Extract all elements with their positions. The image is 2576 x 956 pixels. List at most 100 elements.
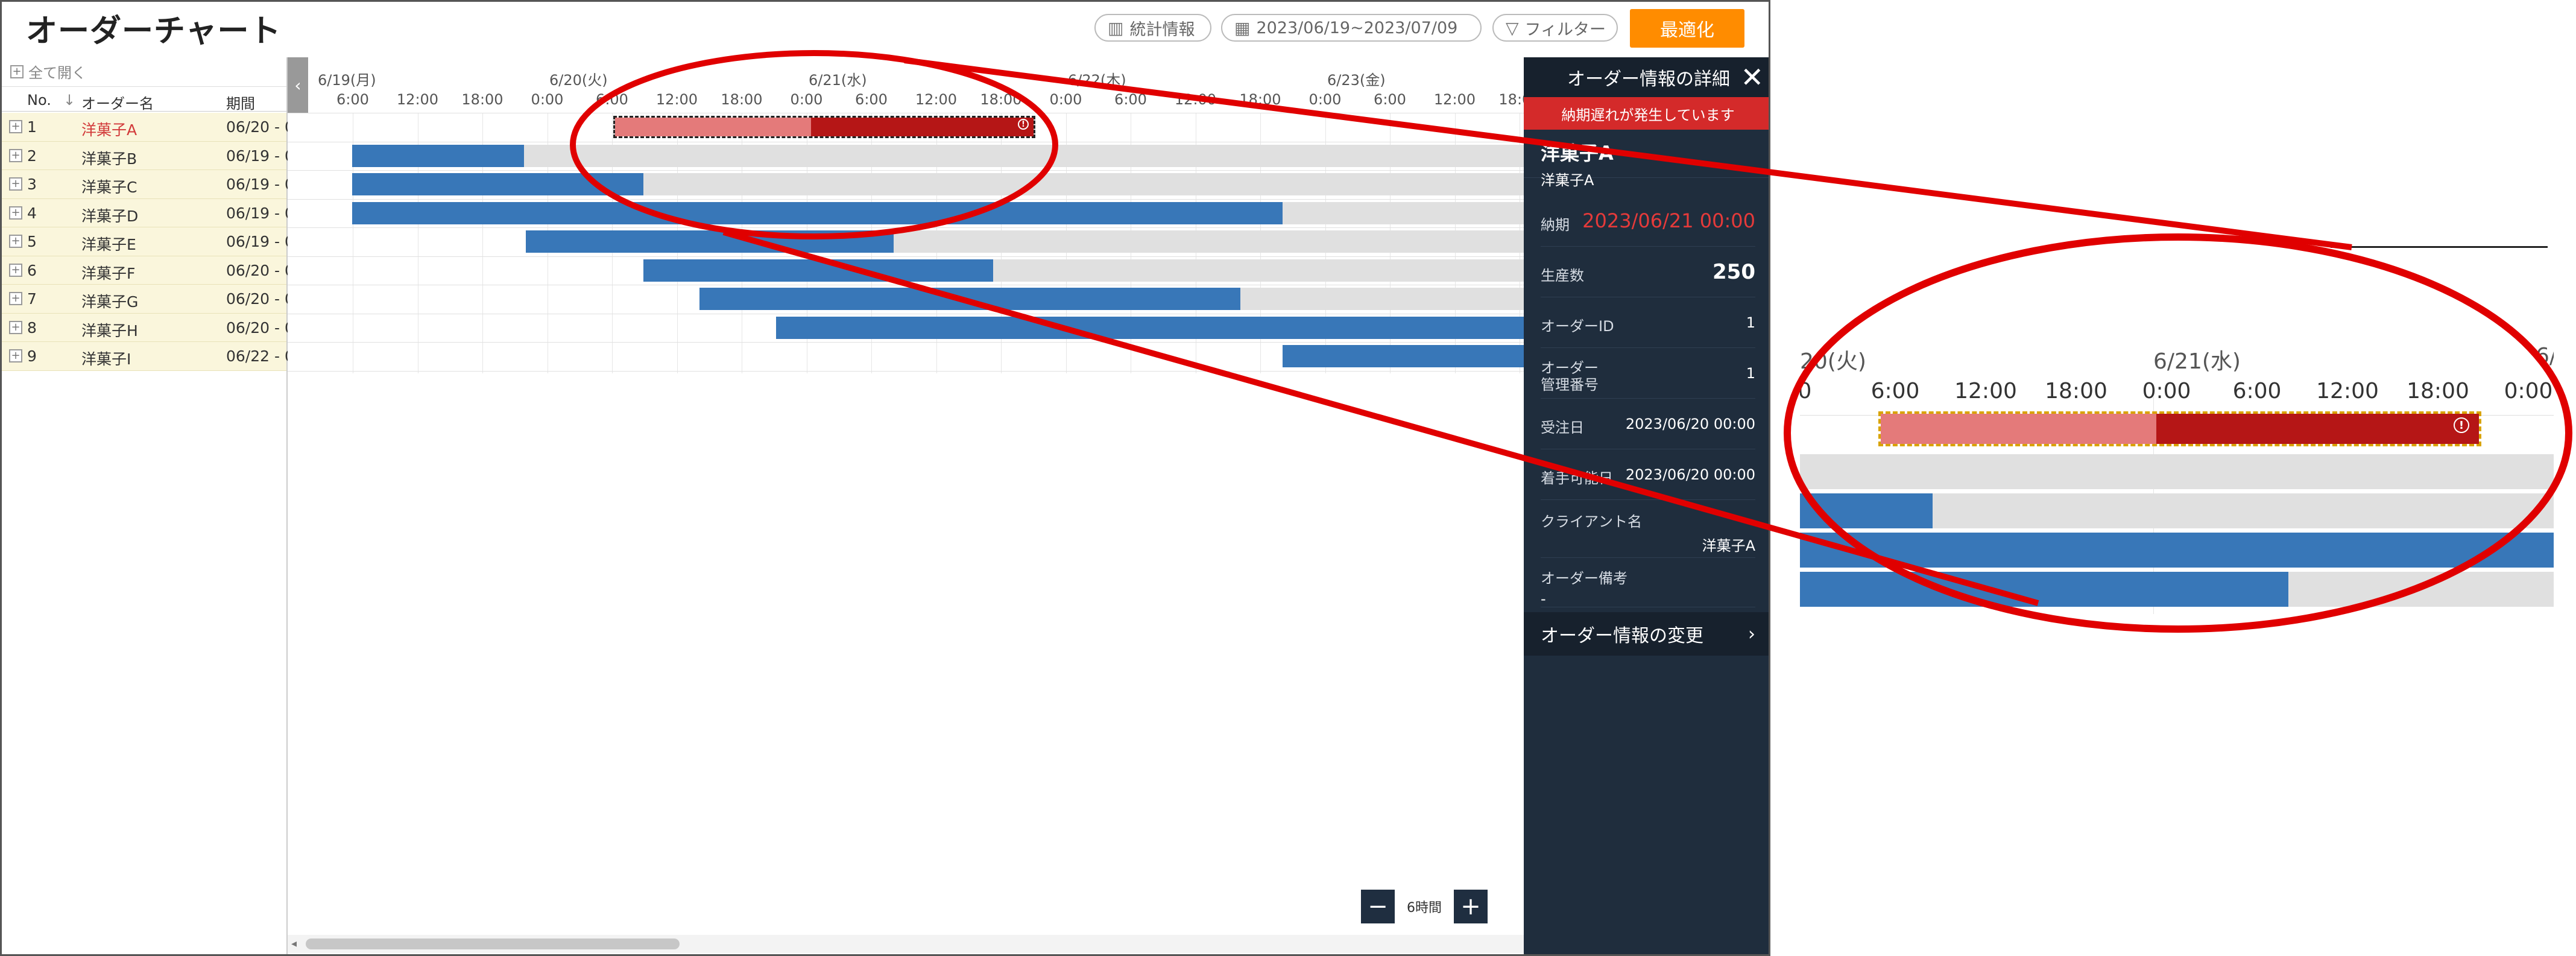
table-row[interactable]: +9 洋菓子I 06/22 - 0 [2,342,294,371]
hour-label: 0:00 [1049,91,1082,108]
late-bar-overdue [811,118,1034,136]
hour-label: 12:00 [915,91,958,108]
table-row[interactable]: +6 洋菓子F 06/20 - 0 [2,256,294,285]
expand-all-button[interactable]: + 全て開く [10,61,86,82]
order-bar[interactable] [643,259,993,282]
expand-row-icon[interactable]: + [9,206,22,220]
magnified-hour-label: 12:00 [2316,379,2379,404]
row-period: 06/19 - 0 [226,204,294,222]
late-bar-start [615,118,811,136]
row-divider [288,256,1524,257]
due-date-value: 2023/06/21 00:00 [1582,209,1755,232]
order-bar[interactable] [699,288,1240,310]
row-order-name: 洋菓子C [81,179,137,196]
calendar-icon: ▦ [1234,17,1251,38]
quantity-label: 生産数 [1541,267,1584,284]
startable-date-row: 着手可能日 2023/06/20 00:00 [1541,449,1755,500]
hour-label: 0:00 [1309,91,1342,108]
row-divider [288,170,1524,171]
due-date-row: 納期 2023/06/21 00:00 [1541,196,1755,247]
row-period: 06/20 - 0 [226,290,294,308]
order-bar[interactable] [1283,345,1524,367]
magnified-hour-label: 6:00 [2232,379,2282,404]
magnified-day-label: 20(火) [1800,349,1866,374]
order-detail-panel: オーダー情報の詳細 ✕ 納期遅れが発生しています 洋菓子A 洋菓子A 納期 20… [1524,57,1769,954]
order-bar[interactable] [352,144,524,167]
scroll-arrow-left-icon[interactable]: ◂ [291,937,297,950]
table-row[interactable]: +8 洋菓子H 06/20 - 0 [2,313,294,342]
table-row[interactable]: +2 洋菓子B 06/19 - 0 [2,141,294,170]
client-row: クライアント名 洋菓子A [1541,500,1755,558]
expand-row-icon[interactable]: + [9,349,22,362]
expand-row-icon[interactable]: + [9,148,22,162]
row-order-name: 洋菓子D [81,207,139,225]
magnified-bar-background [1800,454,2554,489]
optimize-button[interactable]: 最適化 [1630,9,1744,48]
header: オーダーチャート ▥ 統計情報 ▦ 2023/06/19~2023/07/09 … [2,2,1769,55]
note-value: - [1541,590,1546,607]
order-bar[interactable] [352,173,643,195]
expand-row-icon[interactable]: + [9,120,22,133]
row-order-name: 洋菓子B [81,150,137,168]
management-number-label: オーダー 管理番号 [1541,359,1599,393]
zoom-out-button[interactable]: − [1361,890,1395,923]
stats-button[interactable]: ▥ 統計情報 [1094,14,1211,42]
note-label: オーダー備考 [1541,570,1627,587]
zoom-in-button[interactable]: + [1454,890,1488,923]
column-no[interactable]: No. [27,92,51,109]
scroll-left-button[interactable]: ‹ [288,57,308,113]
magnified-border [2331,246,2548,248]
order-id-label: オーダーID [1541,318,1614,335]
expand-row-icon[interactable]: + [9,177,22,191]
expand-row-icon[interactable]: + [9,320,22,334]
row-period: 06/20 - 0 [226,118,294,136]
order-bar[interactable] [776,316,1524,339]
hour-label: 6:00 [1114,91,1147,108]
warning-icon: ! [2454,417,2469,433]
row-no: 3 [27,176,37,193]
edit-order-button[interactable]: オーダー情報の変更 › [1524,612,1769,656]
zoom-controls: − 6時間 + [1361,890,1488,923]
note-row: オーダー備考 - [1541,558,1755,607]
order-bar[interactable] [526,230,894,253]
expand-row-icon[interactable]: + [9,235,22,248]
received-date-label: 受注日 [1541,419,1584,436]
table-row[interactable]: +5 洋菓子E 06/19 - 0 [2,227,294,256]
column-period[interactable]: 期間 [226,92,255,113]
table-row[interactable]: +7 洋菓子G 06/20 - 0 [2,285,294,314]
magnified-bar-b [1800,493,1933,528]
magnified-bar-e-bg [2288,572,2554,607]
magnified-late-bar-overdue [2156,414,2479,444]
hour-label: 6:00 [855,91,888,108]
order-name: 洋菓子A [1541,142,1614,165]
column-name[interactable]: オーダー名 [81,92,154,113]
management-number-label-line2: 管理番号 [1541,376,1599,393]
row-no: 7 [27,290,37,308]
filter-button[interactable]: ▽ フィルター [1492,14,1618,42]
management-number-label-line1: オーダー [1541,359,1599,376]
row-period: 06/19 - 0 [226,176,294,193]
close-icon[interactable]: ✕ [1740,63,1764,91]
late-order-bar[interactable]: ! [613,116,1035,138]
late-delivery-alert: 納期遅れが発生しています [1524,97,1769,130]
scrollbar-thumb[interactable] [306,939,680,949]
expand-row-icon[interactable]: + [9,292,22,305]
panel-title: オーダー情報の詳細 [1567,69,1730,90]
row-order-name: 洋菓子F [81,264,136,282]
row-period: 06/19 - 0 [226,233,294,250]
table-row[interactable]: +4 洋菓子D 06/19 - 0 [2,198,294,227]
row-no: 1 [27,118,37,136]
magnified-view: 20(火) 6/21(水) 6/0 6:00 12:00 18:00 0:00 6:00 12:… [1800,246,2554,614]
table-row[interactable]: +1 洋菓子A 06/20 - 0 [2,113,294,142]
client-value: 洋菓子A [1702,537,1755,554]
date-range-button[interactable]: ▦ 2023/06/19~2023/07/09 [1221,14,1482,42]
row-no: 4 [27,204,37,222]
table-row[interactable]: +3 洋菓子C 06/19 - 0 [2,170,294,199]
sort-down-icon[interactable]: ↓ [63,92,75,109]
horizontal-scrollbar[interactable]: ◂ [288,935,1524,953]
order-bar[interactable] [352,201,1283,224]
expand-row-icon[interactable]: + [9,263,22,277]
row-no: 9 [27,347,37,365]
hour-label: 6:00 [336,91,369,108]
quantity-value: 250 [1713,260,1755,284]
